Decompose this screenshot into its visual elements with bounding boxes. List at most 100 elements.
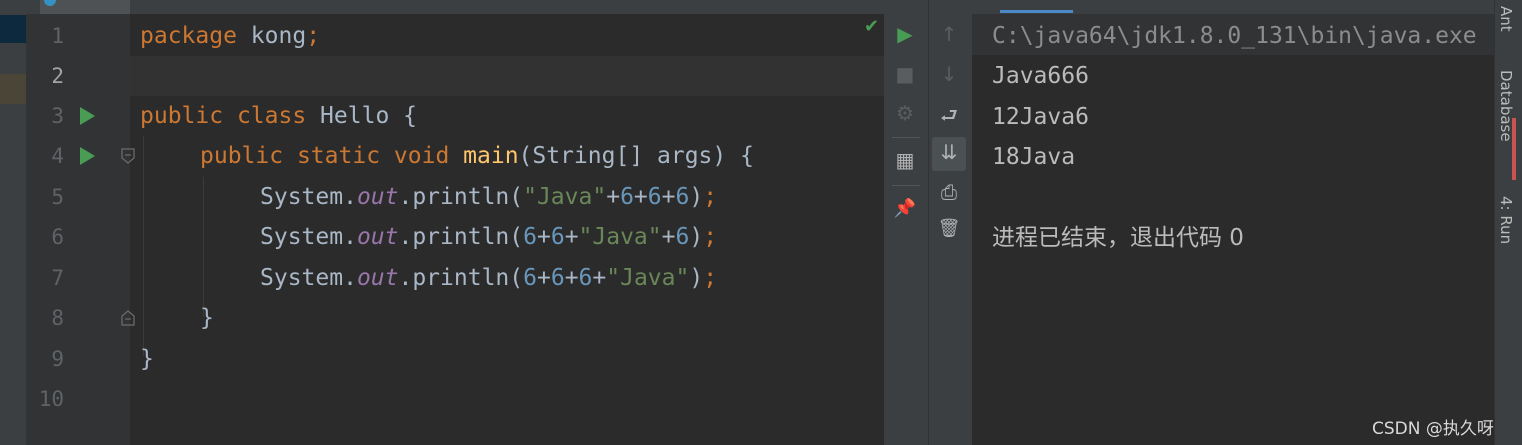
- line-number: 9: [51, 347, 64, 371]
- operator: +: [564, 224, 579, 250]
- operator: +: [661, 224, 676, 250]
- brace: }: [140, 346, 154, 372]
- number-literal: 6: [675, 224, 690, 250]
- number-literal: 6: [675, 184, 690, 210]
- method-call: .println(: [398, 224, 524, 250]
- brace: }: [200, 305, 214, 331]
- left-strip-highlight: [0, 15, 26, 43]
- trash-icon[interactable]: 🗑: [935, 218, 963, 239]
- field: out: [356, 184, 399, 210]
- code-line-3[interactable]: public class Hello {: [140, 96, 417, 136]
- number-literal: 6: [523, 224, 537, 250]
- semicolon: ;: [703, 224, 718, 250]
- string-literal: "Java": [578, 224, 662, 250]
- operator: +: [564, 265, 579, 291]
- code-line-7[interactable]: System.out.println(6+6+6+"Java");: [260, 258, 717, 298]
- ant-tool-window-button[interactable]: Ant: [1497, 6, 1515, 32]
- debug-settings-icon[interactable]: ⚙: [891, 101, 919, 125]
- indent-guide: [143, 136, 144, 356]
- operator: +: [606, 184, 621, 210]
- number-literal: 6: [647, 184, 662, 210]
- operator: +: [633, 184, 648, 210]
- console-output-line: Java666: [992, 63, 1089, 89]
- line-number: 7: [51, 266, 64, 290]
- keyword: void: [393, 143, 450, 169]
- current-line-highlight: [130, 56, 884, 96]
- code-line-6[interactable]: System.out.println(6+6+"Java"+6);: [260, 217, 717, 257]
- pin-icon[interactable]: 📌: [891, 198, 919, 219]
- editor-tab-hello-java[interactable]: [40, 0, 130, 14]
- code-line-8[interactable]: }: [200, 298, 214, 338]
- keyword: package: [140, 23, 237, 49]
- line-number: 10: [38, 387, 64, 411]
- keyword: class: [236, 103, 307, 129]
- console-output-line: 18Java: [992, 144, 1076, 170]
- left-strip-highlight-secondary: [0, 74, 26, 104]
- identifier: System.: [260, 265, 357, 291]
- soft-wrap-icon[interactable]: ⮐: [935, 101, 963, 135]
- semicolon: ;: [306, 23, 321, 49]
- editor-tab-bar: [26, 0, 884, 14]
- error-stripe-marker: [1512, 118, 1516, 180]
- field: out: [356, 224, 399, 250]
- method-call: .println(: [398, 184, 524, 210]
- paren: ): [689, 265, 704, 291]
- keyword: public: [200, 143, 284, 169]
- console-command: C:\java64\jdk1.8.0_131\bin\java.exe: [992, 23, 1477, 49]
- run-tool-window-button[interactable]: 4: Run: [1497, 196, 1515, 244]
- left-tool-strip: [0, 0, 26, 445]
- semicolon: ;: [703, 265, 718, 291]
- field: out: [356, 265, 399, 291]
- number-literal: 6: [550, 224, 565, 250]
- line-number: 2: [51, 64, 64, 88]
- down-arrow-icon[interactable]: ↓: [935, 62, 963, 86]
- code-line-1[interactable]: package kong;: [140, 16, 320, 56]
- run-class-gutter-icon[interactable]: [80, 107, 95, 125]
- paren: ): [689, 224, 704, 250]
- line-number: 8: [51, 306, 64, 330]
- watermark: CSDN @执久呀: [1372, 419, 1494, 439]
- run-main-gutter-icon[interactable]: [80, 147, 95, 165]
- print-icon[interactable]: ⎙: [935, 180, 963, 204]
- line-number: 6: [51, 225, 64, 249]
- layout-icon[interactable]: ▦: [891, 148, 919, 172]
- rerun-icon[interactable]: ▶: [891, 22, 919, 46]
- fold-start-icon[interactable]: [120, 148, 136, 164]
- number-literal: 6: [550, 265, 565, 291]
- identifier: kong: [236, 23, 307, 49]
- code-line-5[interactable]: System.out.println("Java"+6+6+6);: [260, 177, 717, 217]
- number-literal: 6: [523, 265, 537, 291]
- inspection-ok-icon[interactable]: ✔: [864, 16, 879, 37]
- paren: ): [689, 184, 704, 210]
- console-tab-active-indicator[interactable]: [1000, 10, 1073, 13]
- operator: +: [661, 184, 676, 210]
- identifier: System.: [260, 184, 357, 210]
- brace: {: [403, 103, 417, 129]
- java-class-icon: [44, 0, 56, 6]
- parameters: (String[] args) {: [518, 143, 754, 169]
- toolbar-separator: [892, 185, 920, 186]
- indent-guide: [203, 177, 204, 317]
- line-number: 1: [51, 24, 64, 48]
- string-literal: "Java": [606, 265, 690, 291]
- line-number: 3: [51, 104, 64, 128]
- line-number: 4: [51, 144, 64, 168]
- console-output-line: 12Java6: [992, 104, 1089, 130]
- keyword: static: [296, 143, 381, 169]
- keyword: public: [140, 103, 224, 129]
- method-name: main: [463, 143, 519, 169]
- code-line-4[interactable]: public static void main(String[] args) {: [200, 136, 754, 176]
- code-line-9[interactable]: }: [140, 339, 154, 379]
- number-literal: 6: [620, 184, 634, 210]
- up-arrow-icon[interactable]: ↑: [935, 22, 963, 46]
- line-number: 5: [51, 185, 64, 209]
- string-literal: "Java": [523, 184, 607, 210]
- stop-icon[interactable]: ■: [891, 62, 919, 86]
- fold-end-icon[interactable]: [120, 310, 136, 326]
- scroll-to-end-icon[interactable]: ⇊: [935, 140, 963, 164]
- identifier: System.: [260, 224, 357, 250]
- operator: +: [536, 265, 551, 291]
- operator: +: [536, 224, 551, 250]
- semicolon: ;: [703, 184, 718, 210]
- class-name: Hello: [306, 103, 404, 129]
